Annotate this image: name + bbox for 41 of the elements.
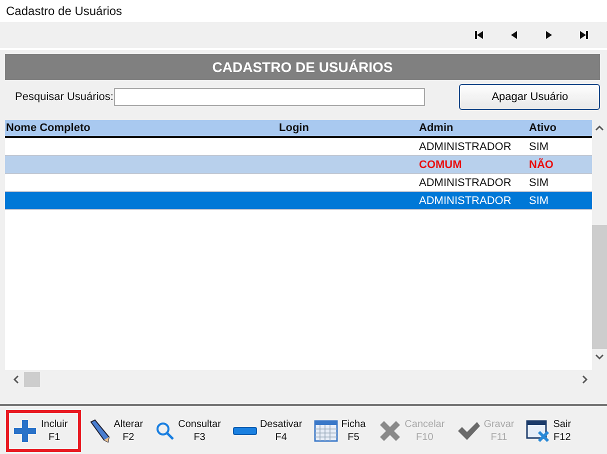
triangle-right-icon <box>544 30 554 40</box>
table-cell-text: ADMINISTRADOR <box>418 140 512 152</box>
cross-icon <box>378 419 402 443</box>
check-icon <box>456 421 481 441</box>
chevron-left-icon <box>12 374 18 384</box>
toolbar-button[interactable]: Consultar F3 <box>149 410 227 452</box>
table-cell-text: COMUM <box>418 158 463 170</box>
column-header[interactable]: Admin <box>418 122 528 134</box>
scrollbar-thumb[interactable] <box>592 225 607 349</box>
table-cell-text: SIM <box>528 140 550 152</box>
table-row[interactable]: ADMINISTRADOR SIM <box>5 192 592 210</box>
table-cell-text: SIM <box>528 194 550 206</box>
delete-user-button[interactable]: Apagar Usuário <box>459 84 600 110</box>
column-header[interactable]: Nome Completo <box>5 122 278 134</box>
toolbar-button[interactable]: Sair F12 <box>520 410 578 452</box>
toolbar-button[interactable]: Ficha F5 <box>308 410 372 452</box>
spreadsheet-icon <box>314 419 338 443</box>
toolbar-button[interactable]: Incluir F1 <box>6 410 81 452</box>
column-header[interactable]: Login <box>278 122 418 134</box>
table-cell-text: NÃO <box>528 158 554 170</box>
chevron-down-icon <box>595 354 604 360</box>
form-header: CADASTRO DE USUÁRIOS <box>5 54 600 80</box>
search-field[interactable] <box>114 88 426 106</box>
table-cell-text: SIM <box>528 176 550 188</box>
chevron-up-icon <box>595 124 604 130</box>
search-label: Pesquisar Usuários: <box>15 91 114 103</box>
table-cell-text: ADMINISTRADOR <box>418 176 512 188</box>
chevron-right-icon <box>582 374 588 384</box>
minus-icon <box>232 427 257 435</box>
triangle-left-icon <box>508 30 518 40</box>
search-icon <box>155 421 176 441</box>
plus-icon <box>12 418 38 444</box>
window-exit-icon <box>526 419 550 443</box>
window-title: Cadastro de Usuários <box>6 4 122 18</box>
column-header[interactable]: Ativo <box>528 122 585 134</box>
skip-forward-icon <box>578 30 588 40</box>
toolbar-button[interactable]: Desativar F4 <box>226 410 308 452</box>
scrollbar-thumb[interactable] <box>24 372 40 386</box>
table-cell-text: ADMINISTRADOR <box>418 194 512 206</box>
skip-back-icon <box>474 30 484 40</box>
toolbar-button[interactable]: Alterar F2 <box>80 410 150 452</box>
